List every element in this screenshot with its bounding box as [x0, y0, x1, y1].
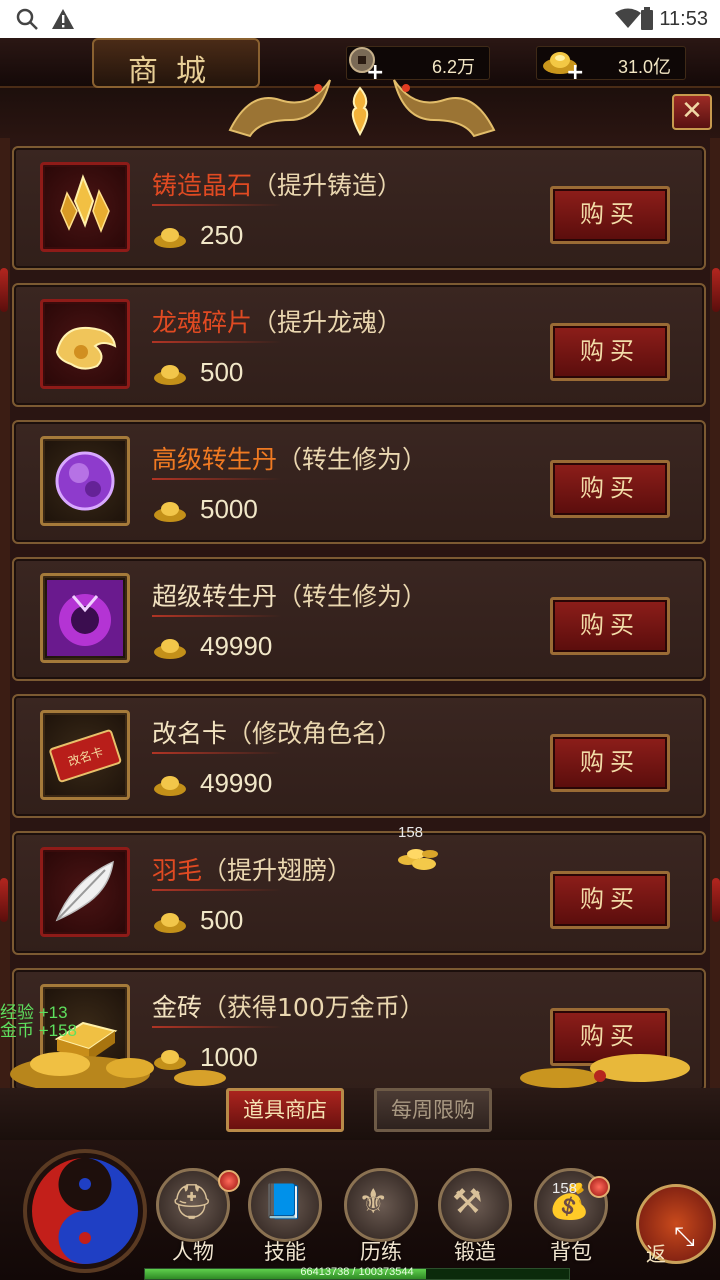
side-ornament-left-lower: [0, 878, 8, 922]
buy-button[interactable]: 购买: [550, 460, 670, 518]
name-underline: [152, 889, 282, 891]
nav-training[interactable]: ⚜ 历练: [336, 1160, 426, 1264]
item-name: 龙魂碎片: [152, 308, 253, 337]
item-desc: （提升翅膀）: [202, 856, 353, 885]
item-slot[interactable]: [40, 436, 130, 526]
xp-text: 66413738 / 100373544: [300, 1266, 414, 1278]
side-ornament-right-lower: [712, 878, 720, 922]
shop-item: 铸造晶石（提升铸造） 250 购买: [12, 146, 706, 270]
item-desc: （转生修为）: [277, 445, 428, 474]
price-value: 250: [200, 220, 244, 250]
shop-item: 改名卡 改名卡（修改角色名） 49990 购买: [12, 694, 706, 818]
item-name: 高级转生丹: [152, 445, 278, 474]
feather-icon: [55, 860, 114, 922]
buy-button[interactable]: 购买: [550, 734, 670, 792]
name-underline: [152, 478, 282, 480]
shop-tab-bar: [0, 1088, 720, 1140]
bag-count-badge: 158: [552, 1180, 578, 1197]
nav-label: 锻造: [454, 1240, 496, 1264]
item-name: 改名卡: [152, 719, 228, 748]
left-dragon-icon: [228, 79, 331, 138]
item-desc: （修改角色名）: [227, 719, 403, 748]
status-time: 11:53: [659, 8, 708, 30]
item-slot[interactable]: 改名卡: [40, 710, 130, 800]
item-slot[interactable]: [40, 573, 130, 663]
price-value: 500: [200, 905, 244, 935]
price-value: 500: [200, 357, 244, 387]
buy-button[interactable]: 购买: [550, 871, 670, 929]
rename-card-icon: 改名卡: [49, 729, 122, 783]
gold-ingot-icon: [154, 365, 186, 385]
armor-glyph: ⚜: [358, 1182, 389, 1222]
item-desc: （获得100万金币）: [202, 993, 425, 1022]
name-underline: [152, 752, 282, 754]
gold-value: 31.0亿: [617, 57, 671, 77]
warning-icon: [50, 6, 76, 39]
yin-yang-menu-icon[interactable]: [20, 1146, 150, 1276]
item-name: 铸造晶石: [152, 171, 253, 200]
item-desc: （提升铸造）: [252, 171, 403, 200]
purple-orb-icon: [55, 451, 115, 511]
gold-ingot-icon: [154, 639, 186, 659]
price-value: 5000: [200, 494, 258, 524]
gold-ingot-icon: [154, 502, 186, 522]
nav-skills[interactable]: 📘 技能: [240, 1160, 330, 1264]
item-desc: （转生修为）: [277, 582, 428, 611]
side-ornament-right: [712, 268, 720, 312]
gold-gain-text: 金币 +158: [0, 1021, 78, 1040]
tab-weekly-limited[interactable]: 每周限购: [374, 1088, 492, 1132]
notification-dot: [218, 1170, 240, 1192]
gold-ingot-icon: [154, 913, 186, 933]
item-slot[interactable]: [40, 847, 130, 937]
status-bar: 11:53: [0, 0, 720, 38]
back-label: 返: [646, 1242, 666, 1266]
super-pill-icon: [47, 580, 123, 656]
shop-item: 羽毛（提升翅膀） 500 购买: [12, 831, 706, 955]
nav-label: 技能: [264, 1240, 306, 1264]
item-name: 超级转生丹: [152, 582, 278, 611]
battery-icon: [640, 6, 654, 39]
nav-label: 背包: [550, 1240, 592, 1264]
item-slot[interactable]: [40, 299, 130, 389]
name-underline: [152, 615, 282, 617]
nav-label: 人物: [172, 1240, 214, 1264]
price-value: 49990: [200, 768, 273, 798]
helmet-glyph: ⛑: [170, 1182, 214, 1222]
name-underline: [152, 341, 282, 343]
gold-ingot-icon: [154, 228, 186, 248]
nav-bag[interactable]: 💰 背包: [526, 1160, 616, 1264]
collapse-icon[interactable]: ⤡: [674, 1222, 695, 1253]
shop-item: 高级转生丹（转生修为） 5000 购买: [12, 420, 706, 544]
notification-dot: [588, 1176, 610, 1198]
flame-gem-icon: [351, 86, 369, 136]
name-underline: [152, 204, 282, 206]
item-desc: （提升龙魂）: [252, 308, 403, 337]
spellbook-glyph: 📘: [262, 1182, 305, 1222]
tab-props-shop[interactable]: 道具商店: [226, 1088, 344, 1132]
shop-item: 超级转生丹（转生修为） 49990 购买: [12, 557, 706, 681]
add-copper-icon[interactable]: +: [366, 60, 384, 85]
price-value: 49990: [200, 631, 273, 661]
crystal-icon: [60, 174, 110, 234]
item-name: 金砖: [152, 993, 203, 1022]
hammer-glyph: ⚒: [452, 1182, 483, 1222]
side-ornament-left: [0, 268, 8, 312]
shop-item: 龙魂碎片（提升龙魂） 500 购买: [12, 283, 706, 407]
coin-pile-icon[interactable]: [394, 826, 442, 878]
dragon-soul-icon: [55, 326, 117, 370]
nav-forging[interactable]: ⚒ 锻造: [430, 1160, 520, 1264]
buy-button[interactable]: 购买: [550, 323, 670, 381]
item-name: 羽毛: [152, 856, 203, 885]
close-button[interactable]: ✕: [672, 94, 712, 130]
xp-bar: 66413738 / 100373544: [144, 1266, 570, 1280]
buy-button[interactable]: 购买: [550, 186, 670, 244]
wifi-icon: [614, 6, 642, 39]
buy-button[interactable]: 购买: [550, 597, 670, 655]
search-icon: [14, 6, 40, 39]
gold-ingot-icon: [154, 776, 186, 796]
item-slot[interactable]: [40, 162, 130, 252]
nav-label: 历练: [360, 1240, 402, 1264]
right-dragon-icon: [393, 79, 496, 138]
add-gold-icon[interactable]: +: [566, 60, 584, 85]
